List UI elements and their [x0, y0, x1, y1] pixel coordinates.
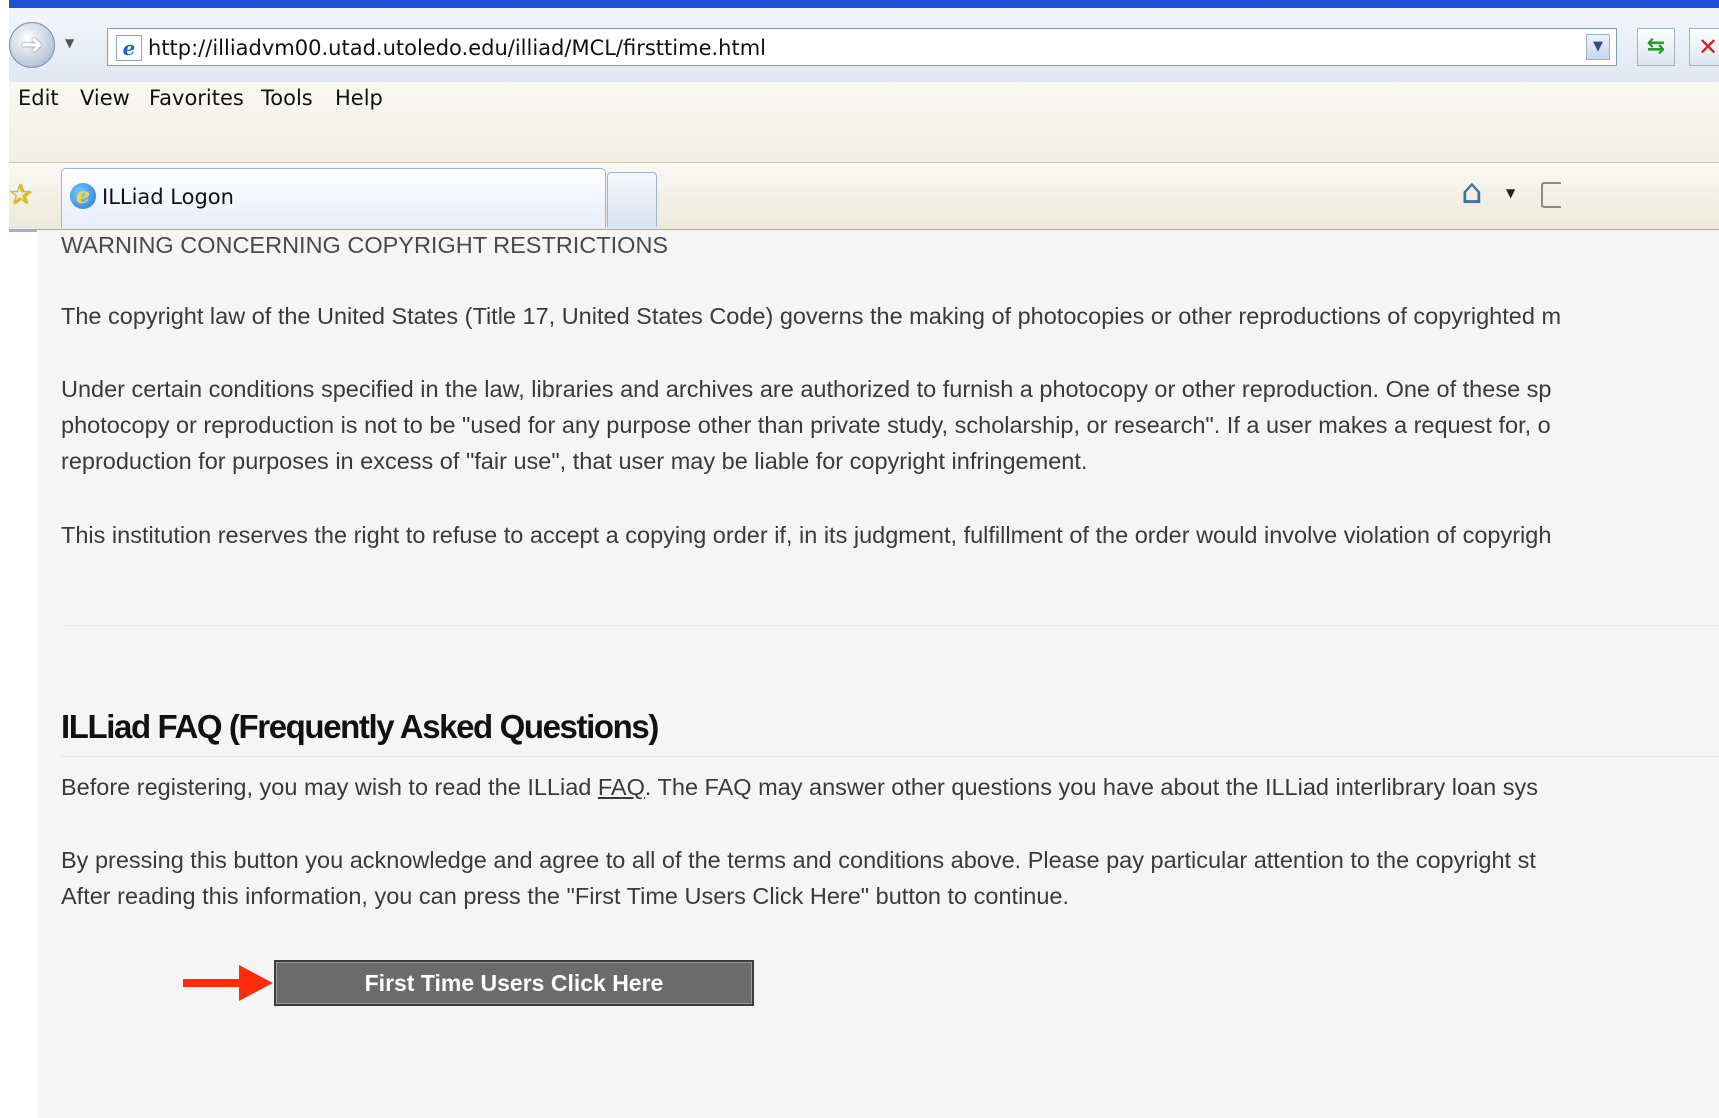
new-tab-button[interactable]	[607, 172, 657, 227]
ie-tab-icon: e	[70, 183, 96, 209]
url-field[interactable]: e http://illiadvm00.utad.utoledo.edu/ill…	[107, 28, 1617, 66]
favorites-star-icon[interactable]: ✰	[9, 178, 32, 211]
first-time-users-button[interactable]: First Time Users Click Here	[274, 960, 754, 1006]
faq-heading-rule	[61, 756, 1719, 757]
faq-text-after: . The FAQ may answer other questions you…	[644, 774, 1538, 800]
tab-title: ILLiad Logon	[102, 185, 234, 209]
institution-paragraph: This institution reserves the right to r…	[61, 522, 1552, 548]
faq-heading: ILLiad FAQ (Frequently Asked Questions)	[61, 708, 659, 745]
home-dropdown-icon[interactable]: ▼	[1506, 186, 1515, 200]
stop-icon[interactable]: ✕	[1689, 28, 1719, 66]
menu-edit[interactable]: Edit	[18, 86, 59, 110]
back-arrow-icon[interactable]: ➜	[9, 22, 55, 68]
conditions-line-3: reproduction for purposes in excess of "…	[61, 448, 1088, 474]
url-dropdown-icon[interactable]: ▼	[1586, 34, 1610, 60]
feeds-icon[interactable]	[1541, 182, 1561, 208]
section-divider	[61, 625, 1719, 626]
menu-help[interactable]: Help	[335, 86, 383, 110]
faq-paragraph: Before registering, you may wish to read…	[61, 769, 1538, 805]
ie-page-icon: e	[116, 35, 142, 61]
page-content: WARNING CONCERNING COPYRIGHT RESTRICTION…	[37, 230, 1719, 1118]
acknowledge-line-1: By pressing this button you acknowledge …	[61, 847, 1536, 873]
faq-link[interactable]: FAQ	[598, 774, 645, 800]
refresh-icon[interactable]: ⇆	[1637, 28, 1675, 66]
nav-history-dropdown-icon[interactable]: ▼	[65, 36, 74, 50]
address-bar: ➜ ▼ e http://illiadvm00.utad.utoledo.edu…	[9, 8, 1719, 82]
menu-favorites[interactable]: Favorites	[149, 86, 244, 110]
copyright-paragraph: The copyright law of the United States (…	[61, 303, 1562, 329]
red-arrow-head-icon	[239, 965, 273, 1001]
menu-tools[interactable]: Tools	[261, 86, 313, 110]
menu-view[interactable]: View	[80, 86, 130, 110]
browser-window: ➜ ▼ e http://illiadvm00.utad.utoledo.edu…	[9, 0, 1719, 1118]
title-bar	[9, 0, 1719, 8]
conditions-line-1: Under certain conditions specified in th…	[61, 376, 1552, 402]
warning-heading: WARNING CONCERNING COPYRIGHT RESTRICTION…	[61, 232, 669, 258]
faq-text-before: Before registering, you may wish to read…	[61, 774, 598, 800]
url-text[interactable]: http://illiadvm00.utad.utoledo.edu/illia…	[148, 36, 766, 60]
conditions-line-2: photocopy or reproduction is not to be "…	[61, 412, 1551, 438]
acknowledge-line-2: After reading this information, you can …	[61, 883, 1070, 909]
home-icon[interactable]: ⌂	[1461, 172, 1483, 212]
tab-illiad-logon[interactable]: e ILLiad Logon	[61, 168, 606, 228]
red-arrow-icon	[183, 979, 243, 987]
